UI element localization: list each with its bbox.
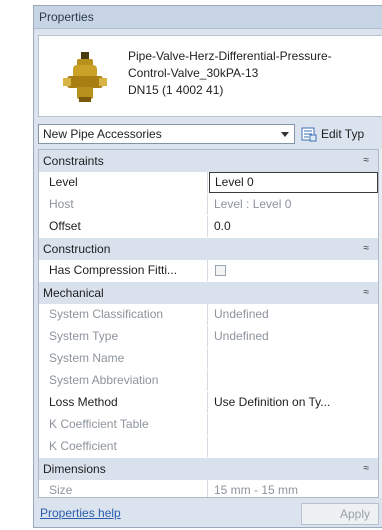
k-table-value <box>209 414 378 435</box>
property-name: Size <box>39 480 208 497</box>
property-name: System Name <box>39 348 208 369</box>
property-row-host: Host Level : Level 0 <box>39 194 378 217</box>
property-row-compression-fitting[interactable]: Has Compression Fitti... <box>39 260 378 283</box>
valve-thumbnail-icon <box>63 52 107 102</box>
property-name: System Abbreviation <box>39 370 208 391</box>
instance-filter-value: New Pipe Accessories <box>43 127 162 141</box>
group-constraints[interactable]: Constraints ≈ <box>39 150 378 173</box>
system-abbreviation-value <box>209 370 378 391</box>
instance-filter-dropdown[interactable]: New Pipe Accessories <box>38 124 295 144</box>
property-name: Level <box>39 172 208 193</box>
size-value: 15 mm - 15 mm <box>214 483 299 497</box>
property-name: Offset <box>39 216 208 237</box>
property-row-k-coefficient-table: K Coefficient Table <box>39 414 378 437</box>
offset-value-field[interactable]: 0.0 <box>209 216 378 237</box>
system-type-value: Undefined <box>214 329 269 343</box>
type-name-line: DN15 (1 4002 41) <box>128 83 224 97</box>
edit-type-button[interactable]: Edit Typ <box>298 124 382 144</box>
property-grid: Constraints ≈ Level Level 0 Host Level :… <box>38 149 379 498</box>
property-row-system-type: System Type Undefined <box>39 326 378 349</box>
system-name-value <box>209 348 378 369</box>
group-label: Mechanical <box>43 286 104 300</box>
collapse-icon[interactable]: ≈ <box>364 282 370 304</box>
palette-title: Properties <box>34 6 382 29</box>
system-classification-value: Undefined <box>214 307 269 321</box>
group-dimensions[interactable]: Dimensions ≈ <box>39 458 378 481</box>
properties-palette: Properties Pipe-Valve-Herz-Differential-… <box>33 5 382 528</box>
family-type-name: Pipe-Valve-Herz-Differential-Pressure- C… <box>128 48 332 99</box>
host-value: Level : Level 0 <box>214 197 292 211</box>
property-name: K Coefficient <box>39 436 208 457</box>
property-name: System Type <box>39 326 208 347</box>
property-row-offset[interactable]: Offset 0.0 <box>39 216 378 239</box>
property-row-system-classification: System Classification Undefined <box>39 304 378 327</box>
k-coefficient-value <box>209 436 378 457</box>
property-name: K Coefficient Table <box>39 414 208 435</box>
property-name: Has Compression Fitti... <box>39 260 208 281</box>
property-row-size: Size 15 mm - 15 mm <box>39 480 378 497</box>
type-selector[interactable]: Pipe-Valve-Herz-Differential-Pressure- C… <box>38 35 382 117</box>
compression-value <box>209 260 378 281</box>
property-name: Loss Method <box>39 392 208 413</box>
property-name: System Classification <box>39 304 208 325</box>
family-name-line-1: Pipe-Valve-Herz-Differential-Pressure- <box>128 49 332 63</box>
property-row-system-abbreviation: System Abbreviation <box>39 370 378 393</box>
group-label: Dimensions <box>43 462 106 476</box>
family-name-line-2: Control-Valve_30kPA-13 <box>128 66 259 80</box>
group-mechanical[interactable]: Mechanical ≈ <box>39 282 378 305</box>
edit-type-icon <box>301 127 317 142</box>
property-name: Host <box>39 194 208 215</box>
property-row-loss-method[interactable]: Loss Method Use Definition on Ty... <box>39 392 378 415</box>
apply-button[interactable]: Apply <box>301 503 379 525</box>
group-label: Constraints <box>43 154 104 168</box>
properties-help-link[interactable]: Properties help <box>40 506 121 520</box>
group-label: Construction <box>43 242 111 256</box>
collapse-icon[interactable]: ≈ <box>364 238 370 260</box>
level-value-field[interactable]: Level 0 <box>209 172 378 193</box>
property-row-k-coefficient: K Coefficient <box>39 436 378 459</box>
collapse-icon[interactable]: ≈ <box>364 150 370 172</box>
dropdown-arrow-icon <box>281 132 289 137</box>
edit-type-label: Edit Typ <box>321 127 365 141</box>
collapse-icon[interactable]: ≈ <box>364 458 370 480</box>
palette-footer: Properties help Apply <box>34 500 382 528</box>
loss-method-value[interactable]: Use Definition on Ty... <box>209 392 378 413</box>
property-row-system-name: System Name <box>39 348 378 371</box>
group-construction[interactable]: Construction ≈ <box>39 238 378 261</box>
property-row-level[interactable]: Level Level 0 <box>39 172 378 195</box>
compression-checkbox[interactable] <box>215 265 226 276</box>
